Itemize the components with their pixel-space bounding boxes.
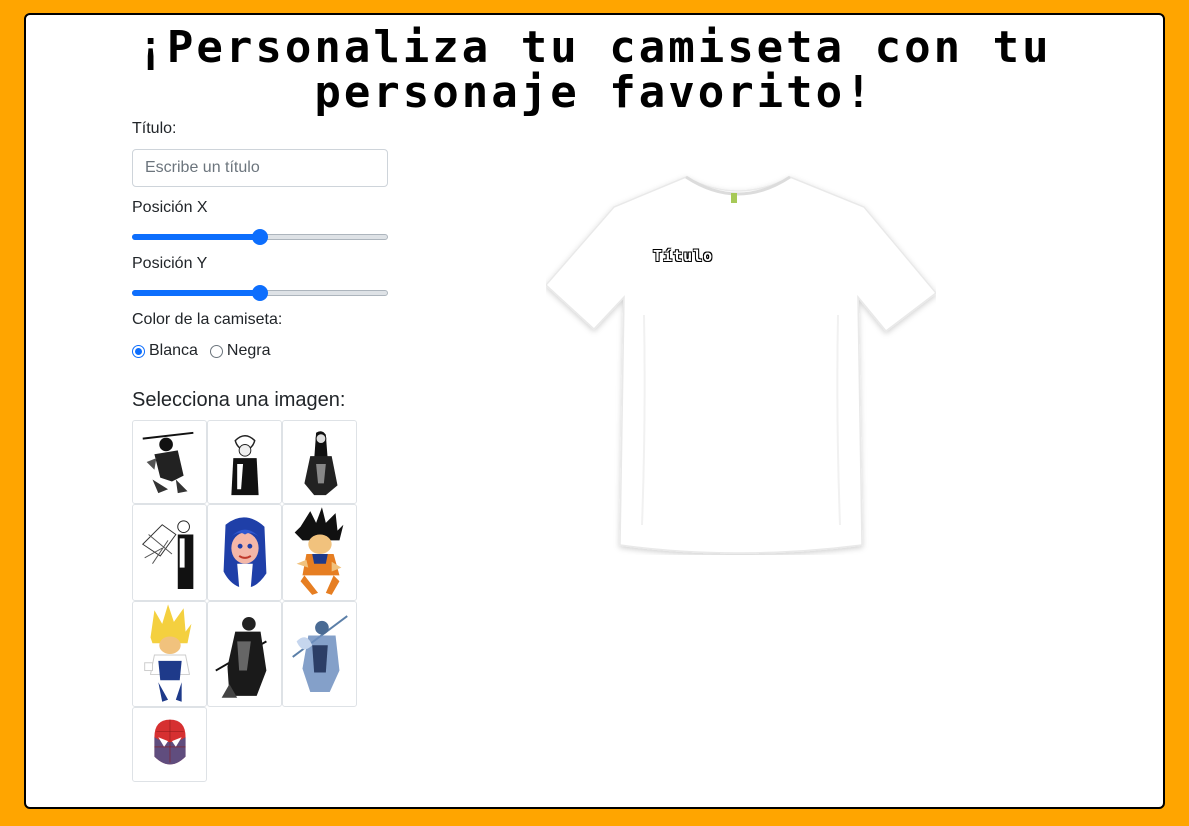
slider-fill [132,290,260,296]
radio-negra[interactable] [209,344,223,358]
shirt-color-options: Blanca Negra [132,342,283,360]
gallery-image-6[interactable] [282,504,357,601]
gallery-image-8[interactable] [207,601,282,707]
tshirt-preview [544,165,938,555]
slider-fill [132,234,260,240]
gallery-image-7[interactable] [132,601,207,707]
main-panel: ¡Personaliza tu camiseta con tu personaj… [24,13,1165,809]
pos-x-slider[interactable] [132,228,388,245]
gallery-image-3[interactable] [282,420,357,504]
gallery-image-2[interactable] [207,420,282,504]
gallery-image-5[interactable] [207,504,282,601]
manga-long-hair-character-icon [304,431,338,496]
slider-thumb[interactable] [252,229,268,245]
vegeta-icon [144,604,192,702]
gallery-image-10[interactable] [132,707,207,782]
pos-y-label: Posición Y [132,255,208,272]
radio-negra-label[interactable]: Negra [227,342,271,360]
manga-sketch-character-icon [141,520,194,589]
blue-armored-knight-icon [292,615,348,692]
pos-y-slider[interactable] [132,284,388,301]
shirt-color-label: Color de la camiseta: [132,311,283,328]
dark-knight-icon [215,617,267,698]
gallery-image-4[interactable] [132,504,207,601]
title-label: Título: [132,120,177,137]
gallery-title: Selecciona una imagen: [132,389,346,411]
title-input[interactable] [132,149,388,187]
slider-thumb[interactable] [252,285,268,301]
blue-hair-girl-icon [223,517,267,588]
page-title: ¡Personaliza tu camiseta con tu personaj… [137,22,1052,118]
gallery-image-9[interactable] [282,601,357,707]
pos-x-label: Posición X [132,199,208,216]
manga-swordsman-icon [142,431,194,494]
radio-blanca-label[interactable]: Blanca [149,342,198,360]
gallery-image-1[interactable] [132,420,207,504]
goku-icon [294,507,344,595]
tshirt-icon [544,175,938,554]
manga-white-hair-character-icon [231,434,259,496]
tshirt-title-text[interactable]: Título [653,247,713,265]
radio-blanca[interactable] [132,344,145,358]
spiderman-mask-icon [154,719,186,765]
